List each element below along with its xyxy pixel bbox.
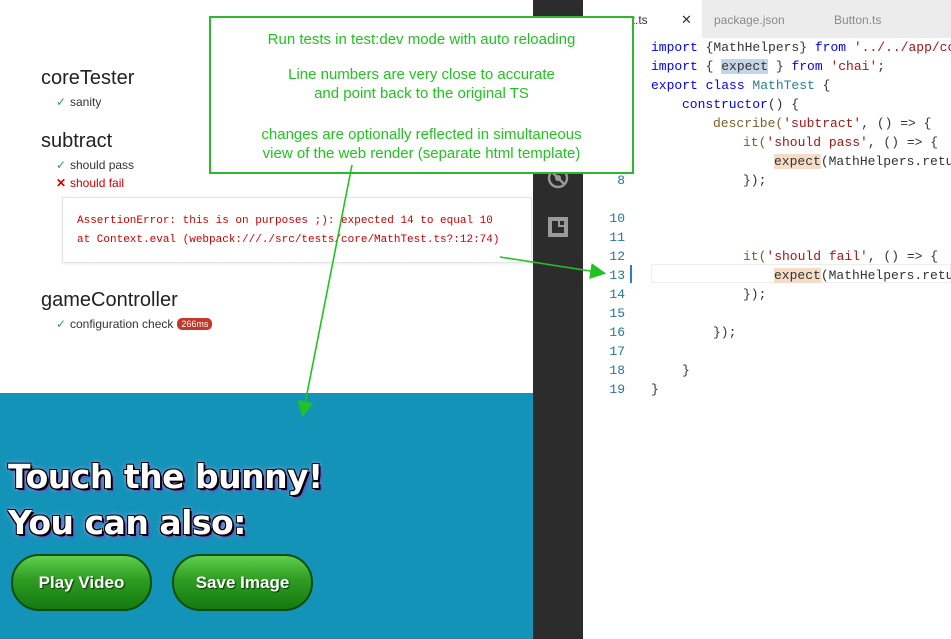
suite-title[interactable]: subtract (41, 130, 112, 153)
error-stack: at Context.eval (webpack:///./src/tests/… (77, 234, 500, 246)
suite-title[interactable]: coreTester (41, 67, 134, 90)
suite-title[interactable]: gameController (41, 289, 178, 312)
test-item[interactable]: ✕ should fail (56, 176, 124, 190)
test-item[interactable]: ✓ sanity (56, 95, 101, 109)
tab-package-json[interactable]: package.json (702, 0, 822, 38)
game-subline: You can also: (8, 503, 246, 542)
line-number: 10 (609, 211, 625, 226)
test-name: should pass (70, 158, 135, 172)
code-line: describe('subtract', () => { (713, 116, 932, 131)
error-message: AssertionError: this is on purposes ;): … (77, 215, 493, 227)
line-number: 15 (609, 306, 625, 321)
code-line: export class MathTest { (651, 78, 831, 93)
pass-check-icon: ✓ (56, 317, 67, 331)
current-line-marker (630, 265, 632, 283)
play-video-button[interactable]: Play Video (11, 554, 152, 611)
line-number: 12 (609, 249, 625, 264)
code-line: constructor() { (682, 97, 800, 112)
annotation-text: view of the web render (separate html te… (262, 145, 581, 162)
line-number: 17 (609, 344, 625, 359)
pass-check-icon: ✓ (56, 95, 67, 109)
error-stack-box: AssertionError: this is on purposes ;): … (62, 197, 532, 263)
extensions-icon[interactable] (546, 215, 570, 239)
close-icon[interactable]: ✕ (681, 0, 692, 40)
code-line: }); (743, 173, 767, 188)
code-line: it('should pass', () => { (743, 135, 939, 150)
code-line: }); (743, 287, 767, 302)
code-line: expect(MathHelpers.retu (774, 268, 951, 283)
line-number: 16 (609, 325, 625, 340)
line-number: 18 (609, 363, 625, 378)
annotation-callout: Run tests in test:dev mode with auto rel… (209, 16, 634, 174)
tab-button-ts[interactable]: Button.ts (822, 0, 951, 38)
annotation-text: Run tests in test:dev mode with auto rel… (267, 31, 576, 48)
game-headline: Touch the bunny! (8, 457, 323, 496)
test-name: configuration check (70, 317, 174, 331)
code-editor[interactable]: 8 10 11 12 13 14 15 16 17 18 19 import {… (583, 38, 951, 639)
line-number: 13 (609, 268, 625, 283)
test-item[interactable]: ✓ should pass (56, 158, 134, 172)
line-number: 11 (609, 230, 625, 245)
code-line: it('should fail', () => { (743, 249, 939, 264)
annotation-text: Line numbers are very close to accurate (288, 66, 555, 83)
test-name: sanity (70, 95, 102, 109)
fail-cross-icon: ✕ (56, 176, 67, 190)
test-item[interactable]: ✓ configuration check 266ms (56, 317, 213, 331)
tab-label: Button.ts (834, 13, 882, 27)
code-line: import {MathHelpers} from '../../app/co (651, 40, 951, 55)
code-line: } (682, 363, 690, 378)
code-line: expect(MathHelpers.retu (774, 154, 951, 169)
duration-badge: 266ms (177, 318, 213, 330)
tab-label: package.json (714, 13, 785, 27)
annotation-text: changes are optionally reflected in simu… (261, 126, 582, 143)
code-line: import { expect } from 'chai'; (651, 59, 886, 74)
line-number: 14 (609, 287, 625, 302)
game-canvas[interactable]: Touch the bunny! You can also: Play Vide… (0, 393, 533, 639)
test-name: should fail (70, 176, 125, 190)
save-image-button[interactable]: Save Image (172, 554, 313, 611)
editor-tab-bar: est.ts ✕ package.json Button.ts (583, 0, 951, 39)
line-number: 19 (609, 382, 625, 397)
code-line: }); (713, 325, 737, 340)
annotation-text: and point back to the original TS (314, 85, 529, 102)
pass-check-icon: ✓ (56, 158, 67, 172)
line-number: 8 (617, 173, 625, 188)
code-line: } (651, 382, 659, 397)
